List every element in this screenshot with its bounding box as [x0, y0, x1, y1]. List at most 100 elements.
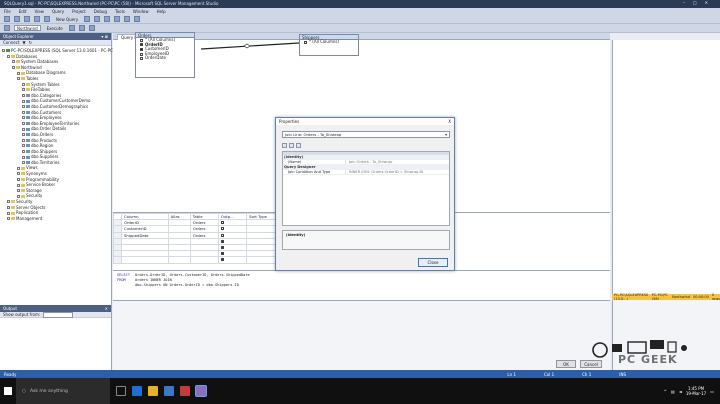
output-checkbox[interactable]: [220, 258, 224, 262]
undo-icon[interactable]: [124, 16, 131, 22]
open-icon[interactable]: [34, 16, 40, 22]
taskbar-search[interactable]: ○ Ask me anything: [16, 378, 110, 404]
notification-icon[interactable]: ▭: [710, 389, 714, 394]
connect-button[interactable]: Connect: [3, 40, 20, 45]
ssms-taskbar-icon[interactable]: [195, 385, 207, 397]
expand-icon[interactable]: [22, 149, 25, 153]
menu-item-tools[interactable]: Tools: [115, 9, 125, 14]
column-checkbox[interactable]: [140, 43, 143, 47]
expand-icon[interactable]: [22, 88, 25, 92]
expand-icon[interactable]: [17, 183, 20, 187]
expand-icon[interactable]: [22, 122, 25, 126]
dialog-close-icon[interactable]: X: [448, 119, 451, 124]
expand-icon[interactable]: [22, 99, 25, 103]
expand-icon[interactable]: [22, 133, 25, 137]
property-value[interactable]: INNER JOIN: Orders.OrderID = Shiwrap.ID: [345, 170, 449, 174]
filter-icon[interactable]: ▼: [23, 40, 26, 45]
output-source-dropdown[interactable]: [43, 311, 74, 318]
start-button[interactable]: [0, 378, 16, 404]
tray-chevron-icon[interactable]: ^: [664, 389, 667, 394]
grid-cell-alias[interactable]: [167, 256, 191, 264]
output-checkbox[interactable]: ✓: [220, 227, 224, 231]
grid-cell-output[interactable]: [217, 256, 248, 264]
new-file-icon[interactable]: [24, 16, 30, 22]
back-icon[interactable]: [4, 16, 10, 22]
expand-icon[interactable]: [22, 161, 25, 165]
property-pages-icon[interactable]: [296, 143, 301, 148]
refresh-icon[interactable]: ↻: [29, 40, 32, 45]
table-row[interactable]: [113, 256, 283, 264]
diagram-column[interactable]: OrderDate: [136, 56, 194, 61]
paste-icon[interactable]: [114, 16, 121, 22]
expand-icon[interactable]: [17, 177, 20, 181]
connect-icon[interactable]: [4, 25, 10, 31]
menu-item-debug[interactable]: Debug: [94, 9, 107, 14]
forward-icon[interactable]: [14, 16, 20, 22]
expand-icon[interactable]: [7, 211, 10, 215]
expand-icon[interactable]: [22, 138, 25, 142]
expand-icon[interactable]: [22, 110, 25, 114]
join-diamond-icon[interactable]: [243, 43, 251, 49]
object-selector-dropdown[interactable]: Join Line: Orders - To_Shiwrap ▾: [282, 131, 450, 138]
output-close-icon[interactable]: ✕: [105, 306, 108, 311]
expand-icon[interactable]: [12, 66, 15, 70]
output-checkbox[interactable]: [220, 239, 224, 243]
save-icon[interactable]: [44, 16, 50, 22]
menu-item-query[interactable]: Query: [52, 9, 64, 14]
network-icon[interactable]: ▤: [671, 389, 675, 394]
expand-icon[interactable]: [17, 189, 20, 193]
tree-node[interactable]: Management: [2, 216, 109, 222]
column-checkbox[interactable]: [140, 47, 143, 51]
sql-pane[interactable]: SELECT Orders.OrderID, Orders.CustomerID,…: [113, 270, 610, 300]
expand-icon[interactable]: [22, 105, 25, 109]
output-checkbox[interactable]: [220, 252, 224, 256]
task-view-icon[interactable]: [116, 386, 126, 396]
new-query-button[interactable]: New Query: [54, 17, 80, 22]
output-checkbox[interactable]: ✓: [220, 233, 224, 237]
menu-item-window[interactable]: Window: [133, 9, 149, 14]
expand-icon[interactable]: [7, 217, 10, 221]
column-checkbox[interactable]: [140, 57, 143, 61]
column-checkbox[interactable]: [304, 40, 307, 44]
expand-icon[interactable]: [12, 60, 15, 64]
expand-icon[interactable]: [17, 166, 20, 170]
volume-icon[interactable]: ◄: [679, 389, 682, 394]
orders-table-box[interactable]: Orders * (All Columns) OrderID CustomerID E…: [135, 32, 195, 78]
expand-icon[interactable]: [2, 49, 5, 53]
expand-icon[interactable]: [22, 116, 25, 120]
output-checkbox[interactable]: ✓: [220, 221, 224, 225]
file-explorer-icon[interactable]: [148, 386, 158, 396]
window-controls[interactable]: –□✕: [683, 0, 716, 5]
query-icon[interactable]: [84, 16, 91, 22]
expand-icon[interactable]: [17, 172, 20, 176]
column-checkbox[interactable]: [140, 52, 143, 56]
menu-item-project[interactable]: Project: [72, 9, 86, 14]
grid-cell-table[interactable]: [189, 256, 219, 264]
expand-icon[interactable]: [17, 71, 20, 75]
copy-icon[interactable]: [104, 16, 111, 22]
app-icon[interactable]: [180, 386, 190, 396]
alphabetical-icon[interactable]: [289, 143, 294, 148]
expand-icon[interactable]: [7, 54, 10, 58]
menu-item-view[interactable]: View: [34, 9, 44, 14]
output-checkbox[interactable]: [220, 246, 224, 250]
expand-icon[interactable]: [22, 127, 25, 131]
expand-icon[interactable]: [17, 77, 20, 81]
database-dropdown[interactable]: Northwind: [14, 25, 41, 31]
results-grid-icon[interactable]: [88, 25, 95, 31]
expand-icon[interactable]: [17, 194, 20, 198]
expand-icon[interactable]: [22, 94, 25, 98]
property-value[interactable]: Join Orders - To_Shiwrap: [345, 160, 449, 164]
expand-icon[interactable]: [22, 144, 25, 148]
menu-item-help[interactable]: Help: [157, 9, 166, 14]
parse-icon[interactable]: [78, 25, 85, 31]
close-button[interactable]: Close: [418, 258, 448, 267]
clock[interactable]: 1:45 PM 19-Mar-17: [686, 386, 706, 396]
expand-icon[interactable]: [22, 82, 25, 86]
ok-button[interactable]: OK: [556, 360, 576, 368]
categorized-icon[interactable]: [282, 143, 287, 148]
row-selector[interactable]: [113, 256, 122, 264]
menu-item-file[interactable]: File: [4, 9, 11, 14]
grid-cell-column[interactable]: [121, 256, 169, 264]
cut-icon[interactable]: [94, 16, 101, 22]
